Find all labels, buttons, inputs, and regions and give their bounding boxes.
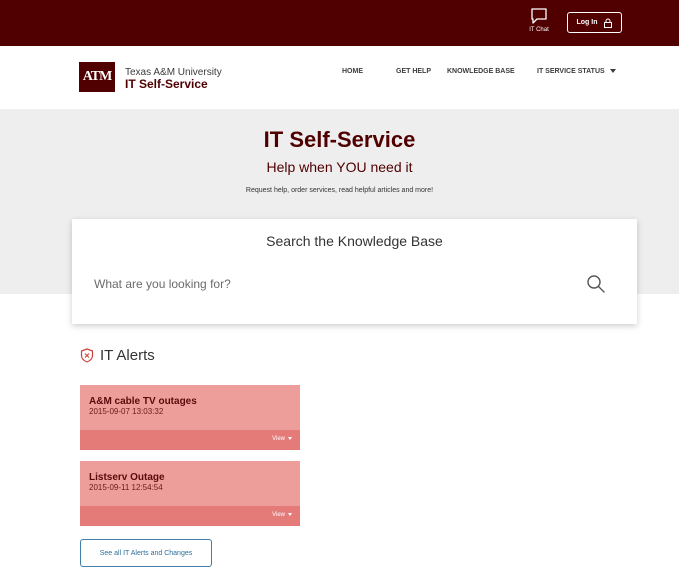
alert-view-label: View	[272, 436, 285, 442]
nav-it-service-status-label: IT SERVICE STATUS	[537, 67, 605, 75]
nav-knowledge-base[interactable]: KNOWLEDGE BASE	[447, 68, 515, 75]
search-input[interactable]	[94, 272, 584, 296]
shield-alert-icon	[80, 348, 94, 363]
site-header: ATM Texas A&M University IT Self-Service…	[0, 46, 679, 109]
chevron-down-icon	[288, 436, 292, 440]
chat-bubble-icon	[531, 8, 547, 24]
alert-view-label: View	[272, 512, 285, 518]
search-button[interactable]	[586, 274, 606, 294]
site-name[interactable]: IT Self-Service	[125, 77, 208, 91]
search-title: Search the Knowledge Base	[266, 233, 443, 249]
it-chat-label: IT Chat	[529, 27, 549, 33]
alert-card[interactable]: Listserv Outage 2015-09-11 12:54:54 View	[80, 461, 300, 526]
alert-view-toggle[interactable]: View	[272, 512, 292, 518]
chevron-down-icon	[288, 512, 292, 516]
alert-footer: View	[80, 430, 300, 450]
alert-date: 2015-09-11 12:54:54	[89, 483, 163, 492]
nav-get-help[interactable]: GET HELP	[396, 68, 431, 75]
nav-it-service-status[interactable]: IT SERVICE STATUS	[537, 68, 616, 75]
hero-subtitle: Help when YOU need it	[266, 159, 413, 175]
nav-home[interactable]: HOME	[342, 68, 363, 75]
alert-date: 2015-09-07 13:03:32	[89, 407, 164, 416]
alert-view-toggle[interactable]: View	[272, 436, 292, 442]
it-chat-button[interactable]: IT Chat	[524, 8, 554, 42]
search-card: Search the Knowledge Base	[72, 219, 637, 324]
tamu-logo[interactable]: ATM	[79, 62, 115, 92]
hero-description: Request help, order services, read helpf…	[245, 187, 434, 194]
login-label: Log In	[576, 19, 598, 26]
login-button[interactable]: Log In	[567, 12, 622, 33]
alert-title[interactable]: Listserv Outage	[89, 472, 165, 483]
alert-card[interactable]: A&M cable TV outages 2015-09-07 13:03:32…	[80, 385, 300, 450]
lock-icon	[603, 18, 612, 28]
it-alerts-heading: IT Alerts	[80, 347, 155, 364]
hero-title: IT Self-Service	[263, 127, 416, 152]
it-alerts-title: IT Alerts	[100, 347, 155, 364]
see-all-alerts-button[interactable]: See all IT Alerts and Changes	[80, 539, 212, 567]
search-icon	[587, 275, 605, 293]
alert-footer: View	[80, 506, 300, 526]
top-bar: IT Chat Log In	[0, 0, 679, 46]
alert-title[interactable]: A&M cable TV outages	[89, 396, 197, 407]
chevron-down-icon	[609, 68, 616, 73]
